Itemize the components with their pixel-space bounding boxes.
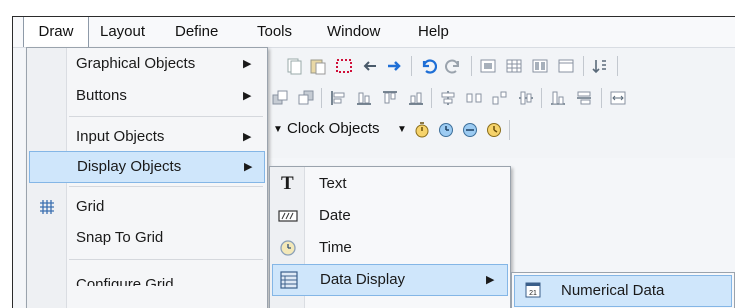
menu-item-label: Buttons <box>76 87 127 104</box>
menu-item-data-display[interactable]: Data Display ▶ <box>272 264 508 296</box>
submenu-arrow-icon: ▶ <box>244 161 253 173</box>
countdown-icon[interactable] <box>461 121 479 139</box>
align-middle-icon[interactable] <box>407 89 425 107</box>
menu-item-numerical-data[interactable]: 21 Numerical Data <box>514 275 732 307</box>
toolbar-separator <box>601 88 602 108</box>
menu-item-text[interactable]: T Text <box>272 169 508 199</box>
toolbar-row-2 <box>265 84 735 112</box>
menu-item-label: Configure Grid <box>76 276 174 286</box>
numerical-data-icon: 21 <box>525 282 541 298</box>
menu-item-label: Input Objects <box>76 128 165 145</box>
menu-item-label: Date <box>319 207 351 224</box>
menu-item-snap-to-grid[interactable]: Snap To Grid <box>29 223 265 253</box>
text-t-icon: T <box>281 173 294 194</box>
alarm-icon[interactable] <box>485 121 503 139</box>
submenu-arrow-icon: ▶ <box>243 58 252 70</box>
menu-item-label: Data Display <box>320 271 406 288</box>
toolbar-separator <box>509 120 510 140</box>
same-width-icon[interactable] <box>575 89 593 107</box>
bring-front-icon[interactable] <box>271 89 289 107</box>
date-icon <box>278 210 298 222</box>
undo-icon[interactable] <box>419 57 437 75</box>
menu-item-label: Numerical Data <box>561 282 665 299</box>
panel-view-icon[interactable] <box>531 57 549 75</box>
app-window: Draw Layout Define Tools Window Help ▼ C… <box>12 16 735 308</box>
draw-menu: Graphical Objects ▶ Buttons ▶ Input Obje… <box>26 47 268 308</box>
menu-item-label: Snap To Grid <box>76 229 164 246</box>
align-top-icon[interactable] <box>381 89 399 107</box>
toolbar-area: ▼ Clock Objects ▼ <box>265 48 735 158</box>
menu-separator <box>69 186 263 187</box>
select-area-icon[interactable] <box>335 57 353 75</box>
menu-item-display-objects[interactable]: Display Objects ▶ <box>29 151 265 183</box>
grid-view-icon[interactable] <box>479 57 497 75</box>
distribute-icon[interactable] <box>491 89 509 107</box>
data-display-icon <box>280 271 298 289</box>
stopwatch-icon[interactable] <box>413 121 431 139</box>
menu-item-graphical-objects[interactable]: Graphical Objects ▶ <box>29 49 265 79</box>
align-left-icon[interactable] <box>329 89 347 107</box>
timer-icon[interactable] <box>437 121 455 139</box>
menu-item-configure-grid[interactable]: Configure Grid <box>29 266 265 286</box>
menu-item-date[interactable]: Date <box>272 201 508 231</box>
paste-icon[interactable] <box>309 57 327 75</box>
toolbar-separator <box>321 88 322 108</box>
arrow-left-icon[interactable] <box>361 57 379 75</box>
clock-icon <box>280 240 296 256</box>
menu-tools[interactable]: Tools <box>257 17 292 47</box>
submenu-arrow-icon: ▶ <box>486 274 495 286</box>
window-view-icon[interactable] <box>557 57 575 75</box>
menu-item-grid[interactable]: Grid <box>29 192 265 222</box>
menu-window[interactable]: Window <box>327 17 380 47</box>
menu-item-label: Grid <box>76 198 105 215</box>
menu-separator <box>69 259 263 260</box>
resize-horizontal-icon[interactable] <box>609 89 627 107</box>
clock-objects-dropdown[interactable]: Clock Objects <box>287 120 380 137</box>
menu-item-label: Graphical Objects <box>76 55 196 72</box>
menu-define[interactable]: Define <box>175 17 218 47</box>
dropdown-arrow-icon[interactable]: ▼ <box>273 124 283 135</box>
data-display-submenu: 21 Numerical Data <box>511 272 735 308</box>
toolbar-row-3: ▼ Clock Objects ▼ <box>265 116 735 144</box>
grid-icon <box>40 200 54 214</box>
toolbar-separator <box>411 56 412 76</box>
toolbar-separator <box>541 88 542 108</box>
menu-draw[interactable]: Draw <box>23 17 89 47</box>
menu-layout[interactable]: Layout <box>100 17 145 47</box>
menu-item-label: Text <box>319 175 347 192</box>
menu-item-buttons[interactable]: Buttons ▶ <box>29 81 265 111</box>
menu-bar: Draw Layout Define Tools Window Help <box>13 17 735 48</box>
table-view-icon[interactable] <box>505 57 523 75</box>
menu-item-input-objects[interactable]: Input Objects ▶ <box>29 122 265 152</box>
redo-icon[interactable] <box>445 57 463 75</box>
menu-item-label: Time <box>319 239 352 256</box>
display-objects-submenu: T Text Date Time Data Display ▶ <box>269 166 511 308</box>
toolbar-row-1 <box>265 52 735 80</box>
sort-icon[interactable] <box>591 57 609 75</box>
toolbar-separator <box>431 88 432 108</box>
submenu-arrow-icon: ▶ <box>243 131 252 143</box>
center-horizontal-icon[interactable] <box>439 89 457 107</box>
menu-item-label: Display Objects <box>77 158 182 175</box>
copy-icon[interactable] <box>285 57 303 75</box>
space-evenly-icon[interactable] <box>465 89 483 107</box>
align-bottom-icon[interactable] <box>355 89 373 107</box>
toolbar-separator <box>471 56 472 76</box>
menu-help[interactable]: Help <box>418 17 449 47</box>
send-back-icon[interactable] <box>297 89 315 107</box>
same-height-icon[interactable] <box>549 89 567 107</box>
svg-text:21: 21 <box>529 290 537 297</box>
arrow-right-icon[interactable] <box>385 57 403 75</box>
clock-objects-arrow-icon[interactable]: ▼ <box>397 124 407 135</box>
menu-item-time[interactable]: Time <box>272 233 508 263</box>
menu-separator <box>69 116 263 117</box>
submenu-arrow-icon: ▶ <box>243 90 252 102</box>
toolbar-separator <box>617 56 618 76</box>
toolbar-separator <box>583 56 584 76</box>
center-vertical-icon[interactable] <box>517 89 535 107</box>
